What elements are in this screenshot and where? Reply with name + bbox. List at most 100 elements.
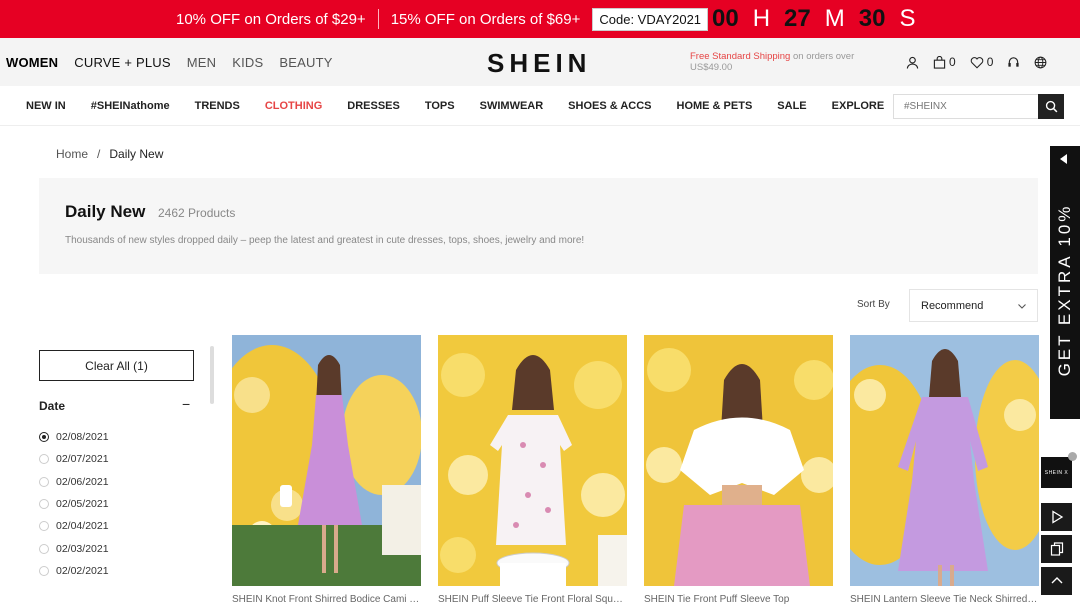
product-image[interactable] xyxy=(232,335,421,586)
play-icon xyxy=(1051,510,1063,524)
filter-scrollbar[interactable] xyxy=(210,346,214,404)
nav-tops[interactable]: TOPS xyxy=(425,100,455,112)
nav-menu: NEW IN #SHEINathome TRENDS CLOTHING DRES… xyxy=(26,86,884,126)
nav-swimwear[interactable]: SWIMWEAR xyxy=(480,100,544,112)
countdown-timer: 00 H 27 M 30 S xyxy=(712,0,915,38)
wishlist-count: 0 xyxy=(986,55,994,69)
date-option[interactable]: 02/07/2021 xyxy=(39,448,109,470)
promo-code[interactable]: Code: VDAY2021 xyxy=(592,7,709,31)
nav-sale[interactable]: SALE xyxy=(777,100,806,112)
globe-icon[interactable] xyxy=(1034,56,1047,69)
tab-beauty[interactable]: BEAUTY xyxy=(279,55,332,70)
close-icon[interactable] xyxy=(1068,452,1077,461)
product-card[interactable]: SHEIN Puff Sleeve Tie Front Floral Squar… xyxy=(438,335,627,607)
radio-icon[interactable] xyxy=(39,454,49,465)
product-image[interactable] xyxy=(850,335,1039,586)
bag-count: 0 xyxy=(949,55,956,69)
copy-icon xyxy=(1050,542,1063,556)
date-label: 02/02/2021 xyxy=(56,564,109,577)
breadcrumb-separator: / xyxy=(97,147,101,161)
promo-side-text[interactable]: GET EXTRA 10% xyxy=(1055,204,1075,377)
countdown-minutes-unit: M xyxy=(824,5,845,32)
back-to-top-button[interactable] xyxy=(1041,567,1072,595)
search-input[interactable] xyxy=(894,95,1038,118)
shein-logo[interactable]: SHEIN xyxy=(487,48,591,79)
nav-dresses[interactable]: DRESSES xyxy=(347,100,400,112)
date-filter-list: 02/08/2021 02/07/2021 02/06/2021 02/05/2… xyxy=(39,426,109,582)
sheinx-badge[interactable]: SHEIN X xyxy=(1041,457,1072,488)
product-image[interactable] xyxy=(438,335,627,586)
countdown-hours-unit: H xyxy=(752,5,771,32)
heart-icon xyxy=(970,56,983,68)
date-option[interactable]: 02/02/2021 xyxy=(39,560,109,582)
promo-divider xyxy=(377,9,379,29)
product-name[interactable]: SHEIN Lantern Sleeve Tie Neck Shirred Dr… xyxy=(850,594,1039,605)
countdown-hours: 00 xyxy=(712,5,739,32)
radio-checked-icon[interactable] xyxy=(39,432,49,443)
promo-side-tab[interactable]: GET EXTRA 10% xyxy=(1050,146,1080,419)
play-button[interactable] xyxy=(1041,503,1072,531)
bag-button[interactable]: 0 xyxy=(933,55,956,69)
radio-icon[interactable] xyxy=(39,476,49,487)
nav-home-pets[interactable]: HOME & PETS xyxy=(677,100,753,112)
tab-curve-plus[interactable]: CURVE + PLUS xyxy=(74,55,170,70)
arrow-left-icon[interactable] xyxy=(1060,154,1067,164)
product-image[interactable] xyxy=(644,335,833,586)
main-nav: NEW IN #SHEINathome TRENDS CLOTHING DRES… xyxy=(0,86,1080,126)
date-label: 02/03/2021 xyxy=(56,542,109,555)
header-actions: 0 0 xyxy=(906,38,1047,86)
radio-icon[interactable] xyxy=(39,543,49,554)
date-option[interactable]: 02/06/2021 xyxy=(39,471,109,493)
product-name[interactable]: SHEIN Puff Sleeve Tie Front Floral Squar… xyxy=(438,594,627,605)
tab-kids[interactable]: KIDS xyxy=(232,55,263,70)
nav-explore[interactable]: EXPLORE xyxy=(832,100,885,112)
date-option[interactable]: 02/05/2021 xyxy=(39,493,109,515)
product-name[interactable]: SHEIN Knot Front Shirred Bodice Cami Dre… xyxy=(232,594,421,605)
product-card[interactable]: SHEIN Tie Front Puff Sleeve Top xyxy=(644,335,833,607)
date-label: 02/08/2021 xyxy=(56,431,109,444)
breadcrumb-current: Daily New xyxy=(109,147,164,161)
nav-clothing[interactable]: CLOTHING xyxy=(265,100,322,112)
radio-icon[interactable] xyxy=(39,521,49,532)
nav-new-in[interactable]: NEW IN xyxy=(26,100,66,112)
search-box xyxy=(893,94,1064,119)
breadcrumb-home[interactable]: Home xyxy=(56,147,88,161)
date-filter-title[interactable]: Date xyxy=(39,399,65,413)
arrow-up-icon xyxy=(1051,577,1062,584)
promo-offer-1[interactable]: 10% OFF on Orders of $29+ xyxy=(176,11,366,28)
bag-icon xyxy=(933,55,946,69)
date-label: 02/07/2021 xyxy=(56,453,109,466)
nav-sheinathome[interactable]: #SHEINathome xyxy=(91,100,170,112)
product-name[interactable]: SHEIN Tie Front Puff Sleeve Top xyxy=(644,594,833,605)
date-option[interactable]: 02/04/2021 xyxy=(39,515,109,537)
wishlist-button[interactable]: 0 xyxy=(970,55,994,69)
account-icon[interactable] xyxy=(906,56,919,69)
radio-icon[interactable] xyxy=(39,565,49,576)
clear-all-button[interactable]: Clear All (1) xyxy=(39,350,194,381)
page-title: Daily New xyxy=(65,202,146,221)
date-option[interactable]: 02/03/2021 xyxy=(39,537,109,559)
collapse-toggle-button[interactable]: − xyxy=(182,396,190,412)
shipping-highlight: Free Standard Shipping xyxy=(690,51,791,62)
nav-trends[interactable]: TRENDS xyxy=(195,100,240,112)
nav-shoes-accs[interactable]: SHOES & ACCS xyxy=(568,100,651,112)
countdown-minutes: 27 xyxy=(784,5,811,32)
product-card[interactable]: SHEIN Lantern Sleeve Tie Neck Shirred Dr… xyxy=(850,335,1039,607)
promo-offer-2[interactable]: 15% OFF on Orders of $69+ xyxy=(391,11,581,28)
sort-dropdown[interactable]: Recommend xyxy=(909,289,1038,322)
category-banner: Daily New 2462 Products Thousands of new… xyxy=(39,178,1038,274)
product-card[interactable]: SHEIN Knot Front Shirred Bodice Cami Dre… xyxy=(232,335,421,607)
search-button[interactable] xyxy=(1038,94,1064,119)
shipping-notice: Free Standard Shipping on orders over US… xyxy=(690,51,890,73)
support-icon[interactable] xyxy=(1007,56,1020,69)
copy-button[interactable] xyxy=(1041,535,1072,563)
breadcrumb: Home / Daily New xyxy=(56,147,163,161)
radio-icon[interactable] xyxy=(39,499,49,510)
countdown-seconds: 30 xyxy=(858,5,886,32)
tab-women[interactable]: WOMEN xyxy=(6,55,58,70)
tab-men[interactable]: MEN xyxy=(187,55,217,70)
date-option[interactable]: 02/08/2021 xyxy=(39,426,109,448)
product-count: 2462 Products xyxy=(158,206,236,220)
chevron-down-icon xyxy=(1018,304,1026,309)
category-description: Thousands of new styles dropped daily – … xyxy=(65,235,585,246)
